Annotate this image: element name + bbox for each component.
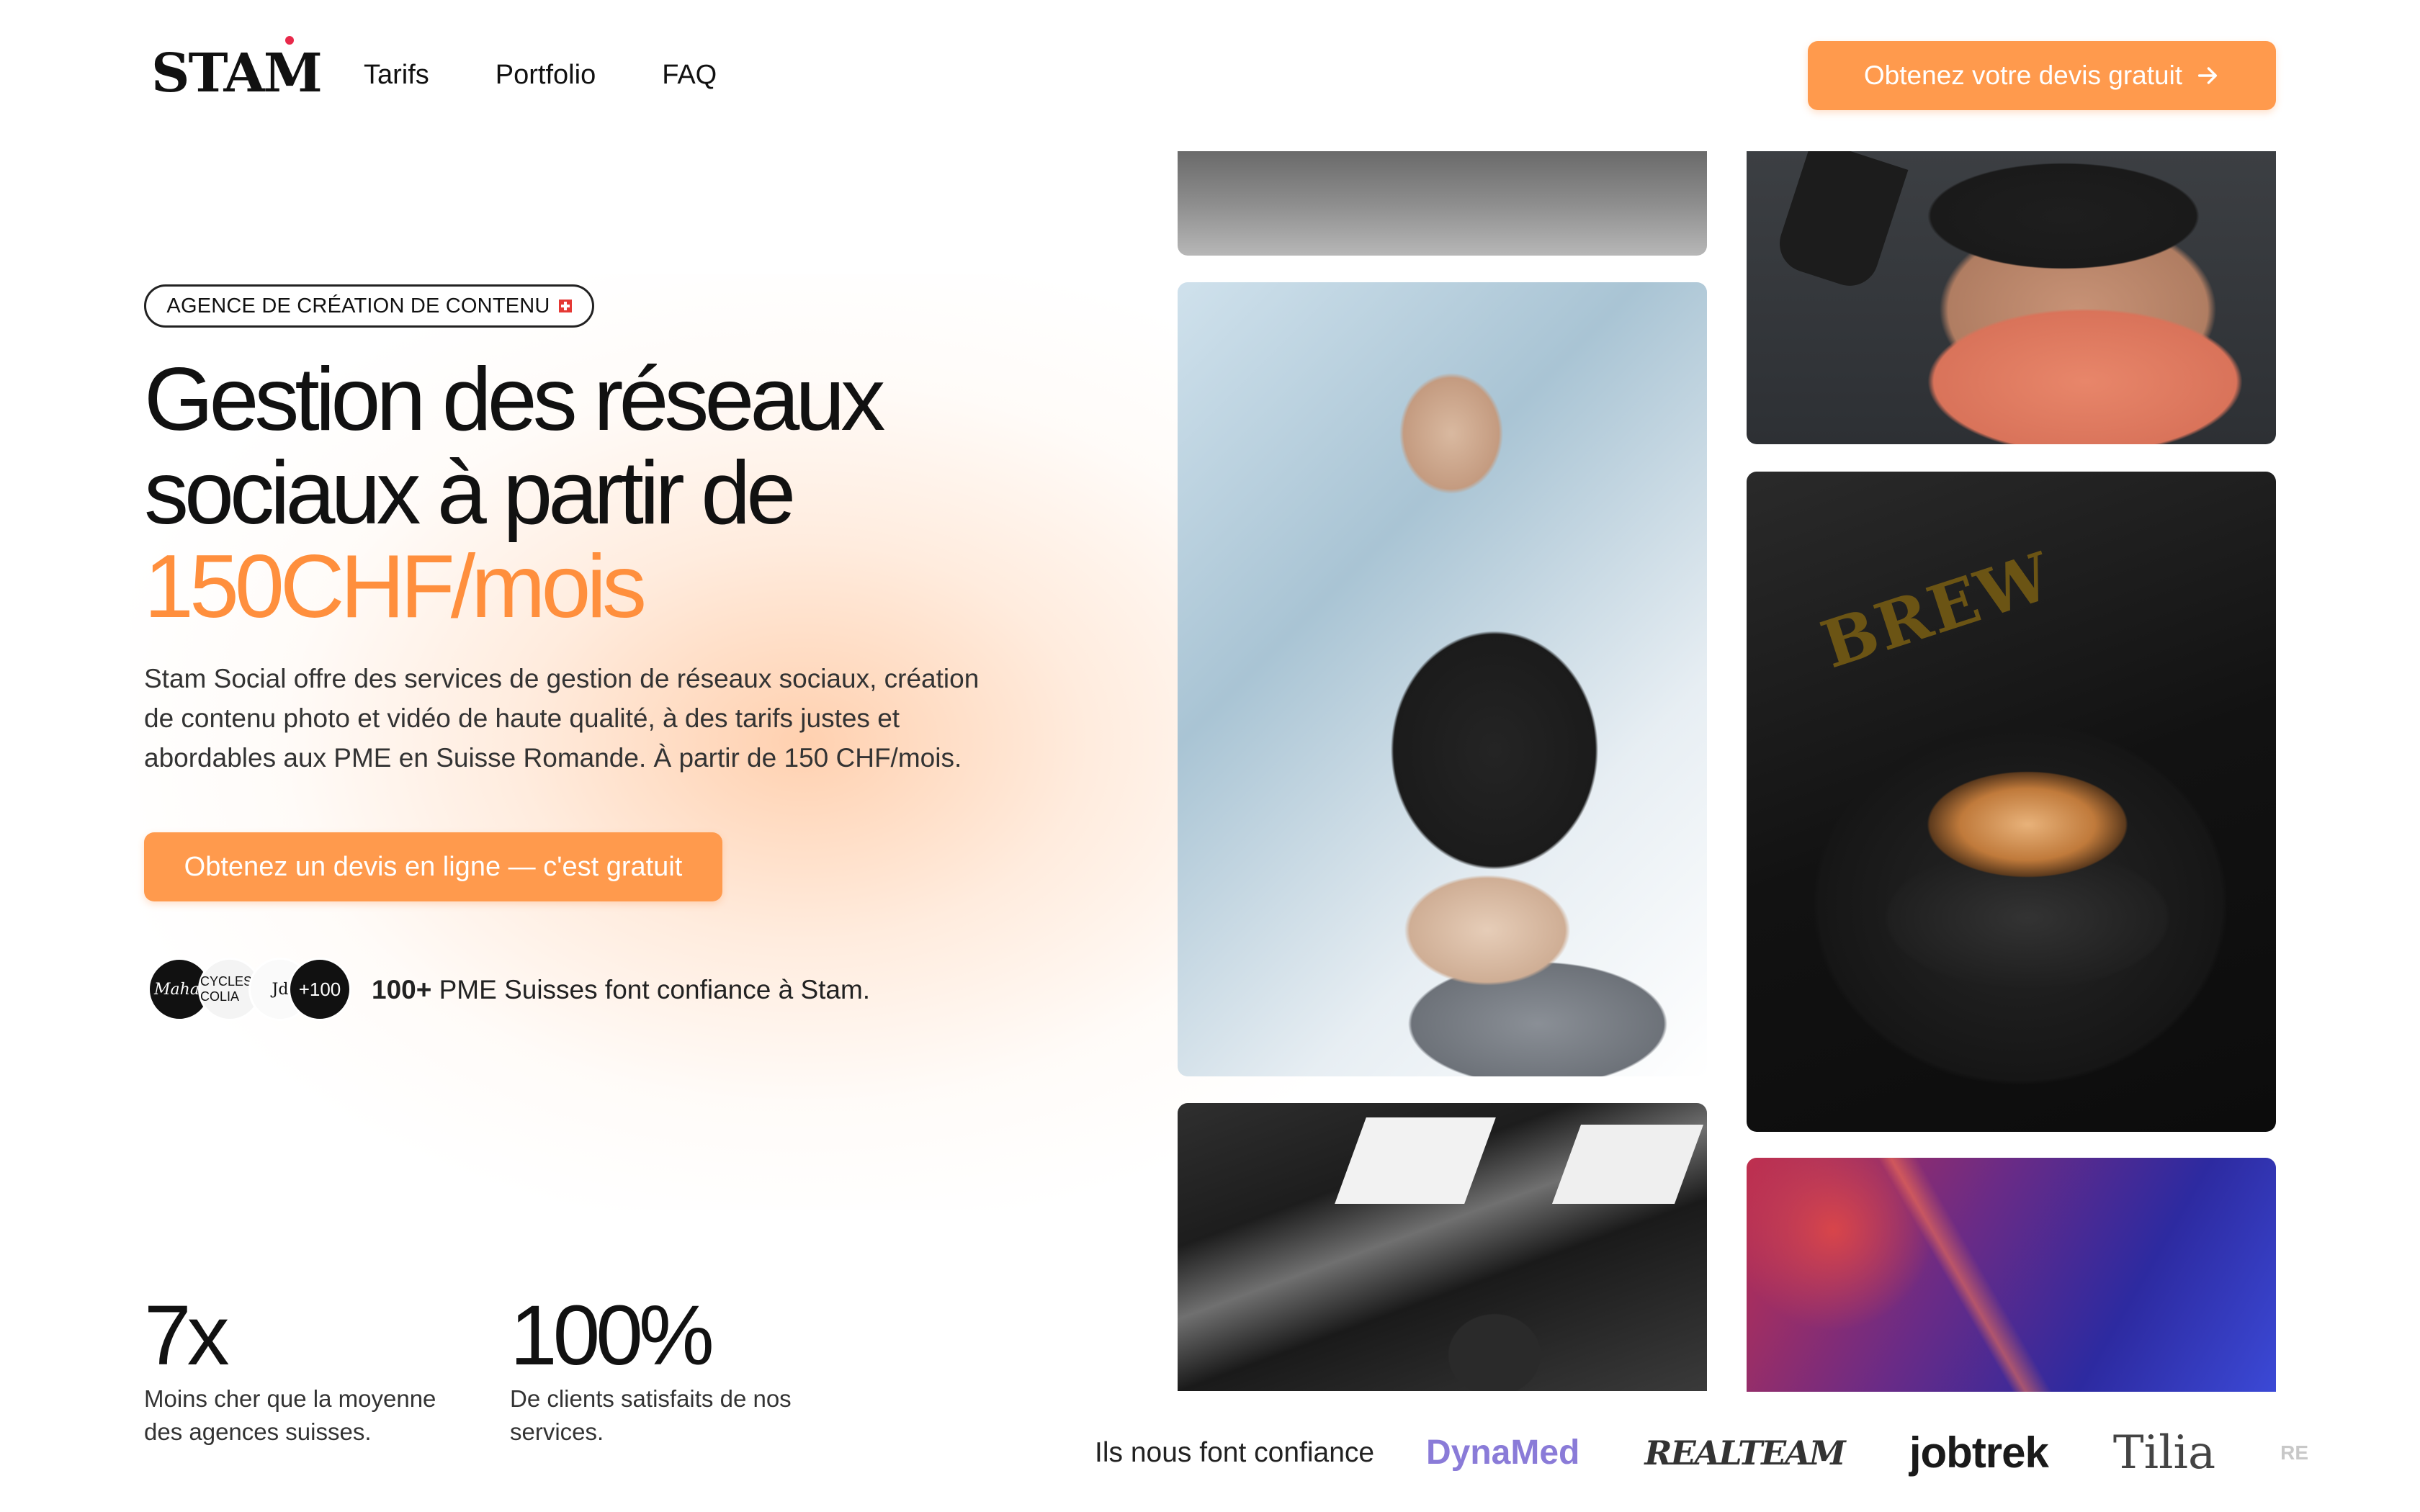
get-quote-button[interactable]: Obtenez votre devis gratuit [1808, 41, 2276, 110]
headline-line-2: sociaux à partir de [144, 444, 796, 543]
online-quote-button[interactable]: Obtenez un devis en ligne — c'est gratui… [144, 832, 722, 901]
gallery-photo-laser-treatment [1178, 282, 1707, 1076]
client-logos: Ils nous font confiance DynaMed REALTEAM… [1095, 1393, 2420, 1512]
logo-partial: RE [2280, 1441, 2309, 1464]
stat-value: 7x [144, 1288, 230, 1383]
stat-price: 7x Moins cher que la moyenne des agences… [144, 1289, 447, 1449]
gallery-photo-fitness [1747, 151, 2276, 444]
nav-link-portfolio[interactable]: Portfolio [496, 58, 596, 92]
logo-jobtrek: jobtrek [1909, 1428, 2049, 1477]
site-header: STAM Tarifs Portfolio FAQ Obtenez votre … [0, 0, 2420, 151]
hero-description: Stam Social offre des services de gestio… [144, 664, 980, 773]
logo-dot-icon [285, 36, 294, 45]
stam-logo[interactable]: STAM [151, 36, 323, 104]
stat-label: De clients satisfaits de nos services. [510, 1385, 792, 1445]
gallery-photo [1178, 151, 1707, 256]
swiss-flag-icon [558, 300, 572, 312]
agency-badge-label: AGENCE DE CRÉATION DE CONTENU [166, 294, 550, 318]
headline-price: 150CHF/mois [144, 537, 647, 636]
headline-line-1: Gestion des réseaux [144, 350, 885, 449]
online-quote-label: Obtenez un devis en ligne — c'est gratui… [184, 851, 683, 882]
stat-satisfaction: 100% De clients satisfaits de nos servic… [510, 1289, 812, 1449]
logos-title: Ils nous font confiance [1095, 1436, 1375, 1468]
page-title: Gestion des réseaux sociaux à partir de … [144, 350, 885, 636]
stat-value: 100% [510, 1288, 714, 1383]
trust-text: 100+ PME Suisses font confiance à Stam. [372, 975, 870, 1005]
logo-tilia: Tilia [2112, 1426, 2216, 1480]
gallery-photo-boxing-gym [1178, 1103, 1707, 1391]
trust-row: Mahal CYCLES COLIA Jd +100 100+ PME Suis… [148, 958, 870, 1022]
trust-label: PME Suisses font confiance à Stam. [439, 975, 871, 1004]
avatar-count: +100 [288, 958, 351, 1021]
logo-realteam: REALTEAM [1644, 1433, 1845, 1472]
nav-link-tarifs[interactable]: Tarifs [364, 58, 429, 92]
get-quote-label: Obtenez votre devis gratuit [1863, 60, 2183, 90]
trust-count: 100+ [372, 975, 432, 1004]
stat-label: Moins cher que la moyenne des agences su… [144, 1385, 436, 1445]
gallery-photo-coffee [1747, 472, 2276, 1132]
arrow-right-icon [2198, 67, 2218, 84]
nav-link-faq[interactable]: FAQ [662, 58, 717, 92]
gallery-photo-stage-lights [1747, 1158, 2276, 1392]
main-nav: Tarifs Portfolio FAQ [364, 58, 717, 92]
agency-badge: AGENCE DE CRÉATION DE CONTENU [144, 284, 594, 328]
logo-dynamed: DynaMed [1426, 1434, 1580, 1472]
logo-text: STAM [151, 42, 323, 104]
client-avatars: Mahal CYCLES COLIA Jd +100 [148, 958, 353, 1022]
